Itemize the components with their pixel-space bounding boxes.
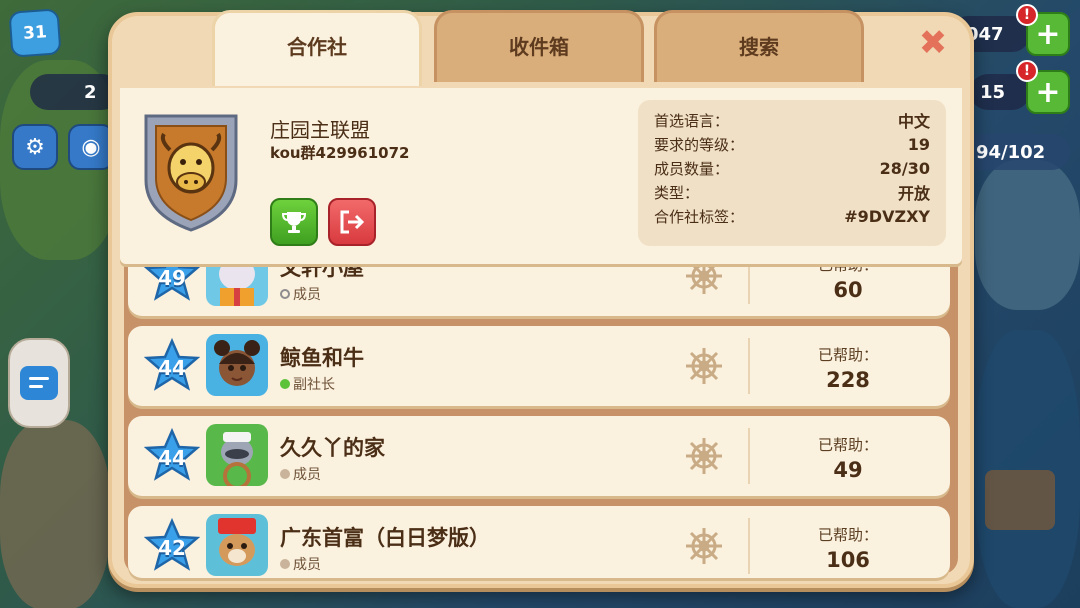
role-status-dot — [280, 559, 290, 569]
bg-rocks — [0, 420, 110, 608]
member-role-label: 副社长 — [293, 377, 335, 393]
hud-capacity-value: 94/102 — [976, 141, 1046, 163]
role-status-dot — [280, 469, 290, 479]
tab-co-op[interactable]: 合作社 — [212, 10, 422, 86]
girl-avatar-icon — [206, 334, 268, 396]
trophy-button[interactable] — [270, 198, 318, 246]
member-level: 42 — [158, 536, 186, 560]
raccoon-captain-avatar-icon — [206, 424, 268, 486]
info-tag-key: 合作社标签： — [654, 207, 745, 226]
member-role: 成员 — [280, 554, 321, 574]
info-row-required-level: 要求的等级： 19 — [654, 132, 930, 156]
member-level: 44 — [158, 356, 186, 380]
helped-count: 60 — [833, 278, 863, 302]
close-icon[interactable]: ✖ — [914, 23, 952, 63]
settings-gear-icon[interactable]: ⚙ — [12, 124, 58, 170]
member-role-label: 成员 — [293, 467, 321, 483]
info-type-key: 类型： — [654, 183, 700, 202]
member-name: 广东首富（白日梦版） — [280, 526, 490, 550]
role-status-dot — [280, 289, 290, 299]
member-role-label: 成员 — [293, 557, 321, 573]
member-row[interactable]: 44 久久丫的家 成员 已帮助： 49 — [128, 416, 950, 496]
info-language-key: 首选语言： — [654, 111, 730, 130]
info-tag-value: #9DVZXY — [844, 206, 930, 226]
club-subtitle: kou群429961072 — [270, 144, 410, 162]
tab-search-label: 搜索 — [739, 35, 779, 59]
club-info-card: 庄园主联盟 kou群429961072 首选语言： 中文 要求的等级： 19 成员数… — [120, 88, 962, 264]
puppy-avatar-icon — [206, 514, 268, 576]
info-row-type: 类型： 开放 — [654, 180, 930, 204]
club-name: 庄园主联盟 — [270, 118, 370, 142]
tab-search[interactable]: 搜索 — [654, 10, 864, 82]
member-level: 44 — [158, 446, 186, 470]
helped-label: 已帮助： — [817, 436, 878, 454]
info-language-value: 中文 — [897, 112, 930, 131]
tab-co-op-label: 合作社 — [287, 35, 347, 59]
info-members-key: 成员数量： — [654, 159, 730, 178]
member-name: 鲸鱼和牛 — [280, 346, 364, 370]
info-row-members: 成员数量： 28/30 — [654, 156, 930, 180]
info-row-language: 首选语言： 中文 — [654, 108, 930, 132]
info-row-tag: 合作社标签： #9DVZXY — [654, 204, 930, 228]
helped-label: 已帮助： — [817, 526, 878, 544]
club-shield-cow-icon — [144, 114, 238, 232]
gems-alert-icon: ! — [1016, 60, 1038, 82]
bg-water — [975, 330, 1080, 608]
tab-inbox-label: 收件箱 — [509, 35, 569, 59]
member-role: 成员 — [280, 284, 321, 304]
chat-button[interactable] — [8, 338, 70, 428]
member-role: 副社长 — [280, 374, 335, 394]
gems-alert-mark: ! — [1023, 63, 1031, 79]
helped-count: 106 — [826, 548, 870, 572]
member-row[interactable]: 42 广东首富（白日梦版） 成员 已帮助： 106 — [128, 506, 950, 578]
player-level-value: 31 — [22, 22, 48, 44]
close-glyph: ✖ — [918, 23, 948, 63]
helped-count: 49 — [833, 458, 863, 482]
hud-capacity-pill: 94/102 — [960, 134, 1070, 170]
leave-club-button[interactable] — [328, 198, 376, 246]
helped-count: 228 — [826, 368, 870, 392]
info-members-value: 28/30 — [879, 158, 930, 178]
bg-buildings — [975, 160, 1080, 310]
club-details-box: 首选语言： 中文 要求的等级： 19 成员数量： 28/30 类型： 开放 合作社标签：… — [638, 100, 946, 246]
tab-inbox[interactable]: 收件箱 — [434, 10, 644, 82]
member-role-label: 成员 — [293, 287, 321, 303]
ship-wheel-icon[interactable] — [684, 526, 724, 566]
coins-alert-icon: ! — [1016, 4, 1038, 26]
trophy-icon — [281, 212, 307, 233]
player-level-star[interactable]: 31 — [8, 8, 62, 58]
role-status-dot — [280, 379, 290, 389]
chat-bubble-icon — [20, 366, 58, 400]
coins-alert-mark: ! — [1023, 7, 1031, 23]
info-type-value: 开放 — [897, 184, 930, 203]
helped-label: 已帮助： — [817, 346, 878, 364]
exit-door-icon — [340, 210, 365, 234]
ship-wheel-icon[interactable] — [684, 436, 724, 476]
bg-dock — [985, 470, 1055, 530]
hud-friends-pill[interactable]: 2 — [30, 74, 120, 110]
info-level-value: 19 — [907, 134, 930, 154]
member-name: 久久丫的家 — [280, 436, 385, 460]
hud-friends-value: 2 — [84, 81, 97, 103]
ship-wheel-icon[interactable] — [684, 346, 724, 386]
hud-gems-value: 15 — [980, 81, 1006, 103]
member-role: 成员 — [280, 464, 321, 484]
info-level-key: 要求的等级： — [654, 135, 745, 154]
member-row[interactable]: 44 鲸鱼和牛 副社长 已帮助： 228 — [128, 326, 950, 406]
